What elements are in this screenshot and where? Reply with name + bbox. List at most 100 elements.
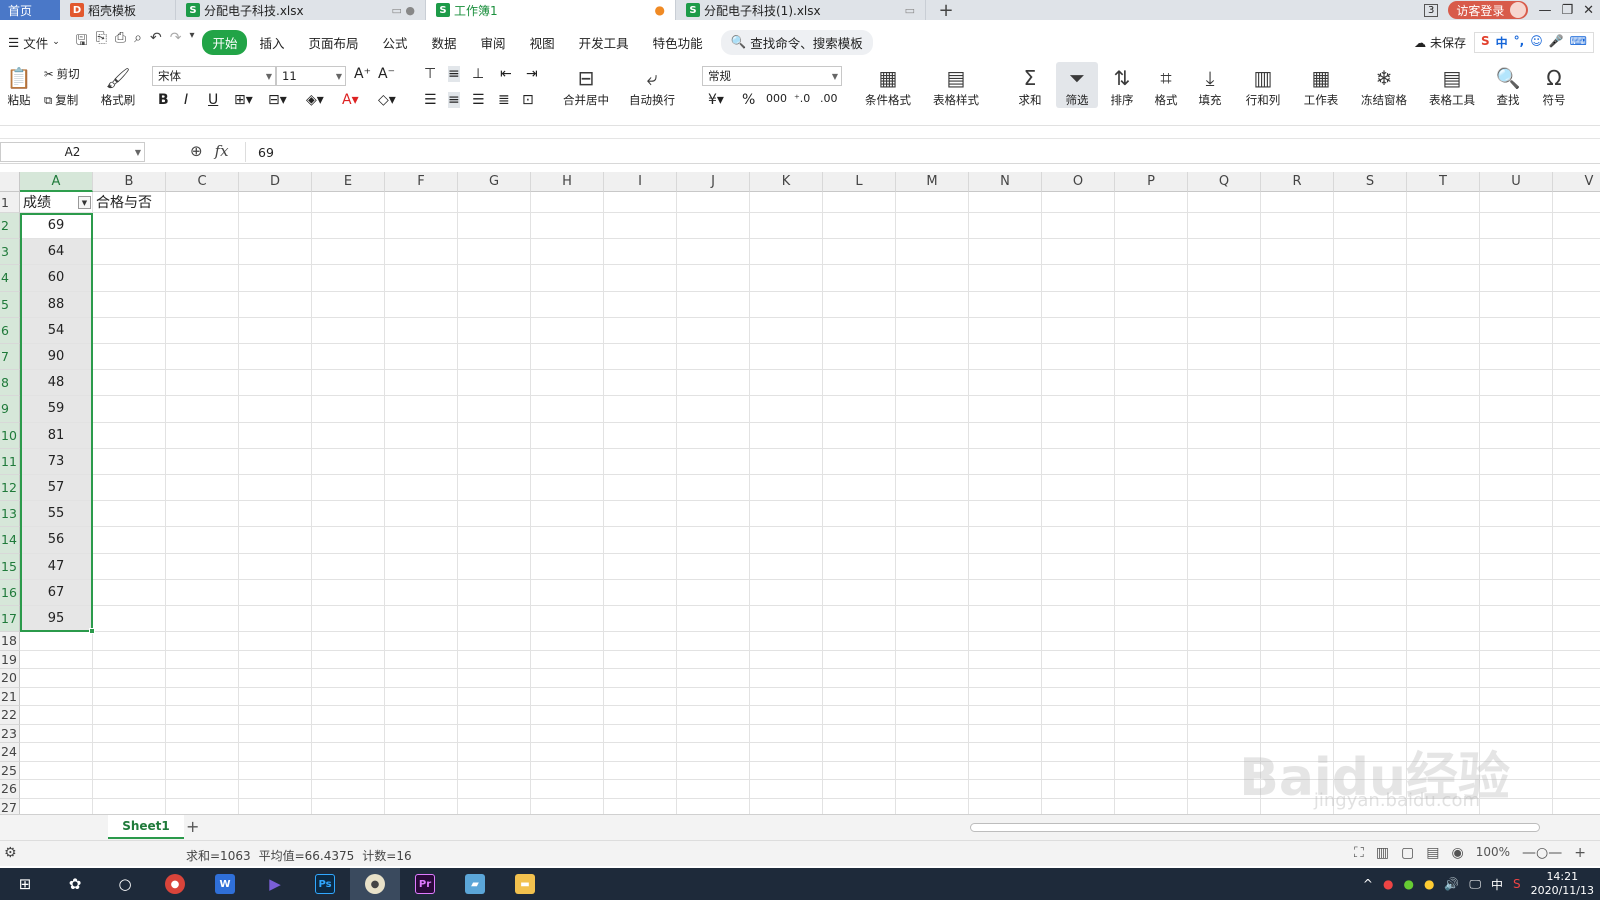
cell-l24[interactable] <box>823 743 896 762</box>
cell-t17[interactable] <box>1407 606 1480 633</box>
column-header-e[interactable]: E <box>312 172 385 192</box>
cell-a15[interactable]: 47 <box>20 553 93 580</box>
cell-d10[interactable] <box>239 422 312 449</box>
cell-j3[interactable] <box>677 239 750 266</box>
cell-o17[interactable] <box>1042 606 1115 633</box>
cell-j15[interactable] <box>677 553 750 580</box>
zoom-slider[interactable]: —○— <box>1522 845 1562 861</box>
zoom-formula-icon[interactable]: ⊕ <box>190 142 203 160</box>
bold-icon[interactable]: B <box>158 92 169 108</box>
cell-q10[interactable] <box>1188 422 1261 449</box>
cut-button[interactable]: ✂ 剪切 <box>44 66 80 82</box>
cell-p9[interactable] <box>1115 396 1188 423</box>
cell-q11[interactable] <box>1188 448 1261 475</box>
cell-d18[interactable] <box>239 632 312 651</box>
cell-h9[interactable] <box>531 396 604 423</box>
tab-file-fenpei-1[interactable]: S 分配电子科技(1).xlsx ▭ <box>676 0 926 20</box>
sheet-tab-sheet1[interactable]: Sheet1 <box>108 815 184 839</box>
cell-h4[interactable] <box>531 265 604 292</box>
cell-d5[interactable] <box>239 291 312 318</box>
cell-j10[interactable] <box>677 422 750 449</box>
decrease-font-icon[interactable]: A⁻ <box>378 66 395 82</box>
cell-f9[interactable] <box>385 396 458 423</box>
cell-h5[interactable] <box>531 291 604 318</box>
cell-t18[interactable] <box>1407 632 1480 651</box>
tray-app-green-icon[interactable]: ● <box>1403 877 1413 891</box>
cell-d20[interactable] <box>239 669 312 688</box>
cell-e8[interactable] <box>312 370 385 397</box>
cell-f8[interactable] <box>385 370 458 397</box>
horizontal-scrollbar[interactable] <box>960 821 1560 833</box>
cell-b15[interactable] <box>93 553 166 580</box>
cell-c6[interactable] <box>166 317 239 344</box>
cell-g26[interactable] <box>458 780 531 799</box>
cell-p4[interactable] <box>1115 265 1188 292</box>
cell-h27[interactable] <box>531 798 604 814</box>
cell-u15[interactable] <box>1480 553 1553 580</box>
cell-e25[interactable] <box>312 761 385 781</box>
cell-m4[interactable] <box>896 265 969 292</box>
cell-s11[interactable] <box>1334 448 1407 475</box>
cell-f5[interactable] <box>385 291 458 318</box>
cell-c25[interactable] <box>166 761 239 781</box>
cell-o14[interactable] <box>1042 527 1115 554</box>
cell-a4[interactable]: 60 <box>20 265 93 292</box>
cell-m20[interactable] <box>896 669 969 688</box>
cell-i16[interactable] <box>604 579 677 606</box>
cell-i20[interactable] <box>604 669 677 688</box>
system-clock[interactable]: 14:21 2020/11/13 <box>1531 870 1594 898</box>
cell-k4[interactable] <box>750 265 823 292</box>
row-header-20[interactable]: 20 <box>0 669 20 688</box>
cell-a11[interactable]: 73 <box>20 448 93 475</box>
cell-l17[interactable] <box>823 606 896 633</box>
cell-a2[interactable]: 69 <box>20 213 93 240</box>
search-icon[interactable]: ○ <box>100 868 150 900</box>
cell-j27[interactable] <box>677 798 750 814</box>
cell-e12[interactable] <box>312 475 385 502</box>
cell-m19[interactable] <box>896 650 969 670</box>
cell-p26[interactable] <box>1115 780 1188 799</box>
cell-i19[interactable] <box>604 650 677 670</box>
column-header-d[interactable]: D <box>239 172 312 192</box>
cell-p12[interactable] <box>1115 475 1188 502</box>
cell-t5[interactable] <box>1407 291 1480 318</box>
cell-n3[interactable] <box>969 239 1042 266</box>
normal-view-icon[interactable]: ▥ <box>1376 845 1389 861</box>
cell-l16[interactable] <box>823 579 896 606</box>
cell-n13[interactable] <box>969 501 1042 528</box>
print-preview-icon[interactable]: ⌕ <box>134 30 142 54</box>
column-header-c[interactable]: C <box>166 172 239 192</box>
symbol-button[interactable]: Ω 符号 <box>1536 64 1572 108</box>
window-count-badge[interactable]: 3 <box>1424 3 1439 17</box>
cell-k8[interactable] <box>750 370 823 397</box>
cell-c5[interactable] <box>166 291 239 318</box>
cell-k12[interactable] <box>750 475 823 502</box>
cell-s22[interactable] <box>1334 706 1407 725</box>
print-icon[interactable]: ⎙ <box>115 30 126 54</box>
row-header-14[interactable]: 14 <box>0 527 20 554</box>
cell-s19[interactable] <box>1334 650 1407 670</box>
cell-q8[interactable] <box>1188 370 1261 397</box>
cell-u22[interactable] <box>1480 706 1553 725</box>
cell-o16[interactable] <box>1042 579 1115 606</box>
conditional-format-button[interactable]: ▦ 条件格式 <box>858 64 918 108</box>
zoom-in-icon[interactable]: + <box>1574 845 1586 861</box>
cell-f2[interactable] <box>385 213 458 240</box>
cell-g5[interactable] <box>458 291 531 318</box>
cell-u17[interactable] <box>1480 606 1553 633</box>
cell-d2[interactable] <box>239 213 312 240</box>
row-header-11[interactable]: 11 <box>0 448 20 475</box>
cell-b19[interactable] <box>93 650 166 670</box>
cell-k24[interactable] <box>750 743 823 762</box>
cell-n7[interactable] <box>969 344 1042 371</box>
cell-t19[interactable] <box>1407 650 1480 670</box>
cell-v25[interactable] <box>1553 762 1600 781</box>
cell-v13[interactable] <box>1553 501 1600 528</box>
cell-g13[interactable] <box>458 501 531 528</box>
percent-icon[interactable]: % <box>742 92 755 108</box>
cell-l22[interactable] <box>823 706 896 725</box>
cell-c23[interactable] <box>166 724 239 744</box>
cell-f15[interactable] <box>385 553 458 580</box>
cell-u16[interactable] <box>1480 579 1553 606</box>
cell-v12[interactable] <box>1553 475 1600 502</box>
